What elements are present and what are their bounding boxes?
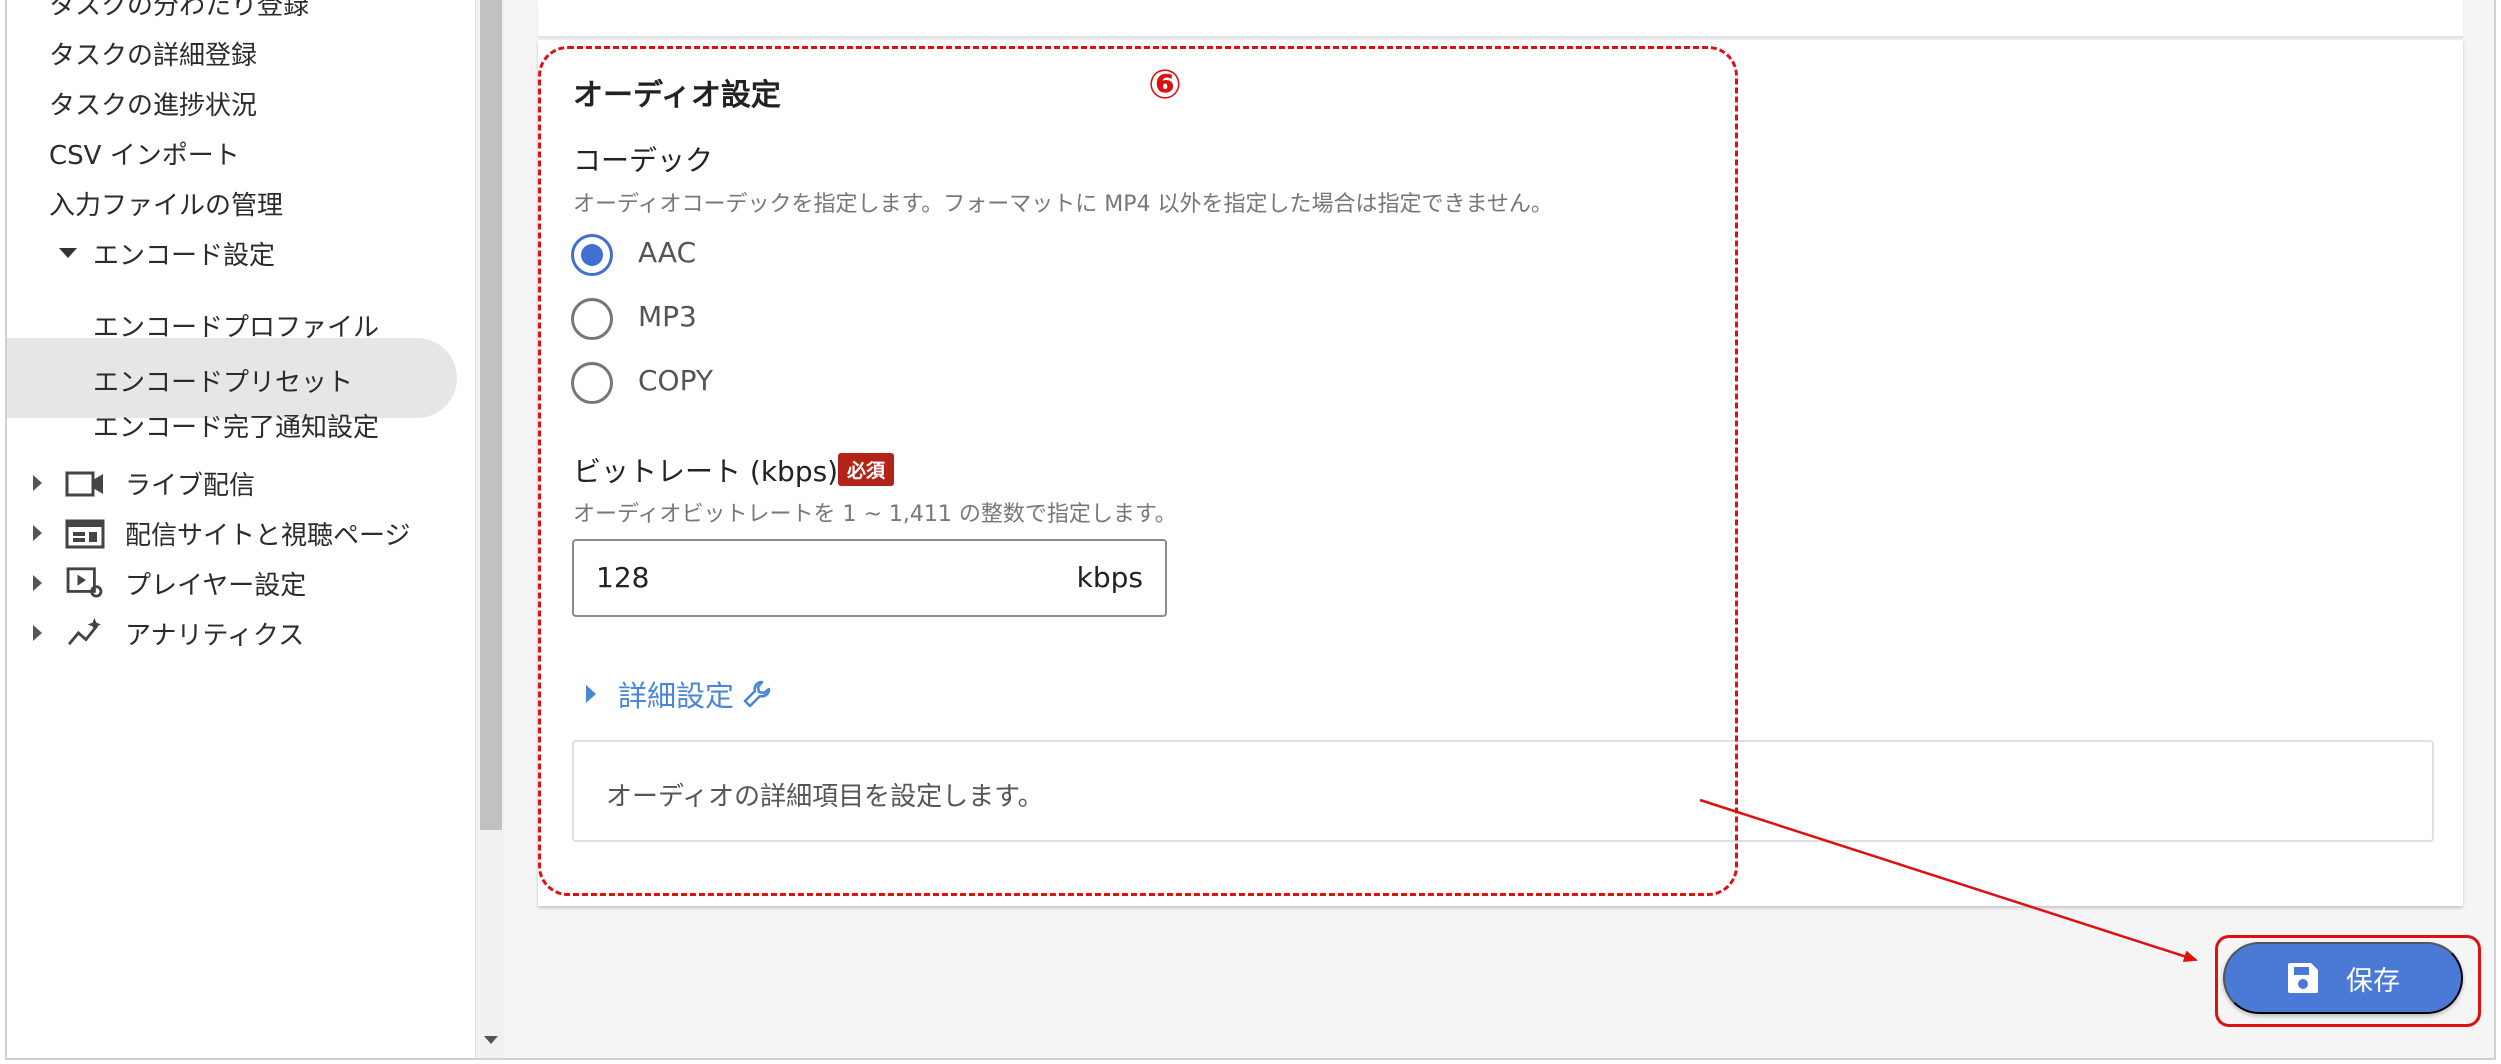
advanced-settings-toggle[interactable]: 詳細設定 xyxy=(586,674,772,714)
web-page-icon xyxy=(65,519,105,549)
radio-label[interactable]: AAC xyxy=(638,236,696,269)
sidebar-item-label: CSV インポート xyxy=(49,140,240,171)
chevron-right-icon xyxy=(33,625,42,641)
chevron-right-icon xyxy=(33,575,42,591)
chevron-right-icon xyxy=(33,475,42,491)
bitrate-unit: kbps xyxy=(1076,561,1143,594)
chevron-right-icon xyxy=(33,525,42,541)
codec-help: オーディオコーデックを指定します。フォーマットに MP4 以外を指定した場合は指… xyxy=(573,192,1553,217)
sidebar-scrollbar[interactable] xyxy=(475,0,505,1058)
radio-button-checked[interactable] xyxy=(571,234,613,276)
chevron-right-icon xyxy=(586,685,596,703)
video-camera-icon xyxy=(65,471,103,497)
radio-button[interactable] xyxy=(571,362,613,404)
advanced-settings-description: オーディオの詳細項目を設定します。 xyxy=(606,782,1044,812)
radio-label[interactable]: COPY xyxy=(638,364,713,397)
sidebar-item-label: ライブ配信 xyxy=(125,470,256,501)
section-title: オーディオ設定 xyxy=(573,78,781,113)
chevron-down-icon xyxy=(59,248,77,258)
sidebar-item-label: エンコードプリセット xyxy=(93,368,354,398)
sidebar-item-label: アナリティクス xyxy=(125,620,305,651)
player-settings-icon xyxy=(66,567,103,598)
previous-section-card xyxy=(538,0,2463,38)
sidebar-item-label: タスクの分わたり登録 xyxy=(49,0,310,21)
bitrate-help: オーディオビットレートを 1 ~ 1,411 の整数で指定します。 xyxy=(573,502,1177,527)
sidebar-item-label: エンコード設定 xyxy=(93,240,276,271)
radio-label[interactable]: MP3 xyxy=(638,300,697,333)
step-marker: ⑥ xyxy=(1148,62,1182,108)
scroll-down-arrow-icon[interactable] xyxy=(484,1036,498,1044)
main-content: オーディオ設定 ⑥ コーデック オーディオコーデックを指定します。フォーマットに… xyxy=(505,0,2494,1058)
analytics-sparkle-icon xyxy=(67,617,101,646)
wrench-icon xyxy=(743,680,771,708)
bitrate-value[interactable]: 128 xyxy=(596,561,649,594)
sidebar-item-label: プレイヤー設定 xyxy=(125,570,307,601)
save-floppy-icon xyxy=(2288,963,2318,993)
scrollbar-thumb[interactable] xyxy=(480,0,502,830)
audio-settings-card: オーディオ設定 ⑥ コーデック オーディオコーデックを指定します。フォーマットに… xyxy=(538,40,2463,906)
save-button-label[interactable]: 保存 xyxy=(2346,959,2400,998)
sidebar-item-label: タスクの詳細登録 xyxy=(49,40,258,71)
radio-button[interactable] xyxy=(571,298,613,340)
sidebar-item-label: タスクの進捗状況 xyxy=(49,90,258,121)
sidebar-item-encode-preset[interactable]: エンコードプリセット xyxy=(7,338,467,418)
bitrate-label: ビットレート (kbps) xyxy=(573,455,839,488)
required-badge: 必須 xyxy=(838,453,895,486)
advanced-settings-label[interactable]: 詳細設定 xyxy=(618,673,734,715)
bitrate-input[interactable]: 128 kbps xyxy=(572,539,1167,617)
app-frame: タスクの分わたり登録 タスクの詳細登録 タスクの進捗状況 CSV インポート 入… xyxy=(5,0,2496,1060)
save-button[interactable]: 保存 xyxy=(2223,942,2463,1014)
sidebar-item-label: 配信サイトと視聴ページ xyxy=(125,520,411,551)
sidebar-item-label: 入力ファイルの管理 xyxy=(49,190,284,221)
sidebar-item-label: エンコード完了通知設定 xyxy=(93,412,380,443)
advanced-settings-panel: オーディオの詳細項目を設定します。 xyxy=(572,740,2434,842)
sidebar: タスクの分わたり登録 タスクの詳細登録 タスクの進捗状況 CSV インポート 入… xyxy=(7,0,475,1058)
codec-label: コーデック xyxy=(573,144,714,177)
